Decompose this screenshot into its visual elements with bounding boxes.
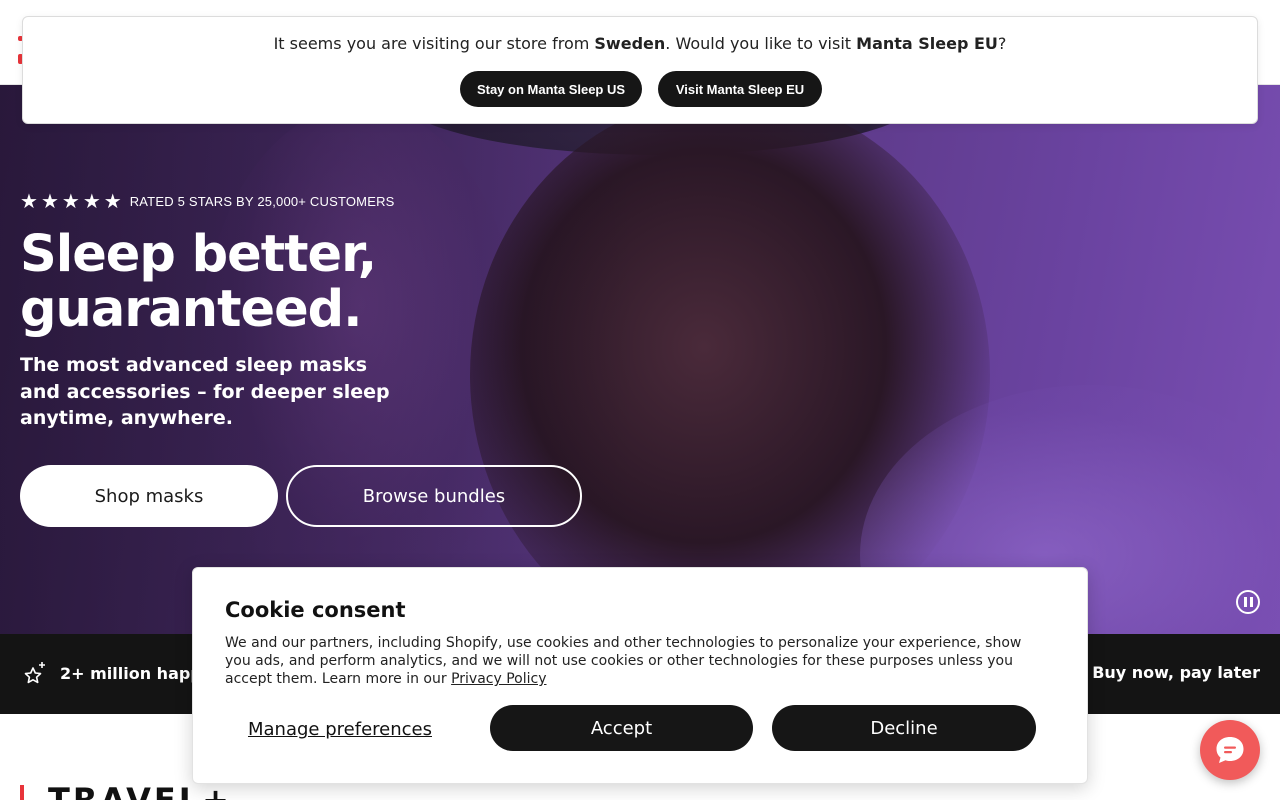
section-accent-bar: [20, 785, 24, 800]
star-icon: ★: [103, 189, 122, 213]
hero-subtitle: The most advanced sleep masks and access…: [20, 354, 390, 429]
hero-title: Sleep better, guaranteed.: [20, 227, 620, 337]
sparkle-star-icon: [24, 662, 45, 684]
shop-masks-button[interactable]: Shop masks: [20, 465, 278, 527]
hero-title-line2: guaranteed.: [20, 280, 363, 339]
chat-button[interactable]: [1200, 720, 1260, 780]
star-icon: ★: [61, 189, 80, 213]
cookie-consent-dialog: Cookie consent We and our partners, incl…: [192, 567, 1088, 784]
decline-button[interactable]: Decline: [772, 705, 1036, 751]
geo-message: It seems you are visiting our store from…: [23, 34, 1257, 53]
browse-bundles-button[interactable]: Browse bundles: [286, 465, 582, 527]
usp-customers-text: 2+ million happ: [60, 663, 202, 683]
chat-bubble-icon: [1216, 737, 1244, 763]
privacy-policy-link[interactable]: Privacy Policy: [451, 671, 546, 687]
accept-button[interactable]: Accept: [490, 705, 753, 751]
section-heading: TRAVEL+: [48, 781, 232, 800]
star-icon: ★: [20, 189, 38, 213]
pause-icon[interactable]: [1236, 590, 1260, 614]
geo-country: Sweden: [594, 34, 666, 53]
geo-store: Manta Sleep EU: [856, 34, 998, 53]
hero-title-line1: Sleep better,: [20, 225, 377, 284]
usp-pay-later-text: Buy now, pay later: [1092, 663, 1260, 682]
rating-stars: ★ ★ ★ ★ ★: [20, 191, 122, 211]
star-icon: ★: [82, 189, 101, 213]
geo-redirect-banner: It seems you are visiting our store from…: [22, 16, 1258, 124]
rating-text: RATED 5 STARS BY 25,000+ CUSTOMERS: [129, 193, 395, 209]
geo-message-middle: . Would you like to visit: [665, 34, 857, 53]
manage-preferences-button[interactable]: Manage preferences: [248, 719, 432, 740]
cookie-body: We and our partners, including Shopify, …: [225, 634, 1045, 688]
geo-message-prefix: It seems you are visiting our store from: [273, 34, 595, 53]
stay-us-button[interactable]: Stay on Manta Sleep US: [460, 71, 642, 107]
cookie-body-text: We and our partners, including Shopify, …: [225, 635, 1022, 687]
star-icon: ★: [40, 189, 59, 213]
visit-eu-button[interactable]: Visit Manta Sleep EU: [658, 71, 822, 107]
usp-item-customers: 2+ million happ: [22, 660, 202, 686]
rating-row: ★ ★ ★ ★ ★ RATED 5 STARS BY 25,000+ CUSTO…: [20, 191, 395, 211]
geo-message-suffix: ?: [997, 34, 1007, 53]
cookie-title: Cookie consent: [225, 598, 406, 622]
hero-section: ★ ★ ★ ★ ★ RATED 5 STARS BY 25,000+ CUSTO…: [0, 85, 1280, 634]
